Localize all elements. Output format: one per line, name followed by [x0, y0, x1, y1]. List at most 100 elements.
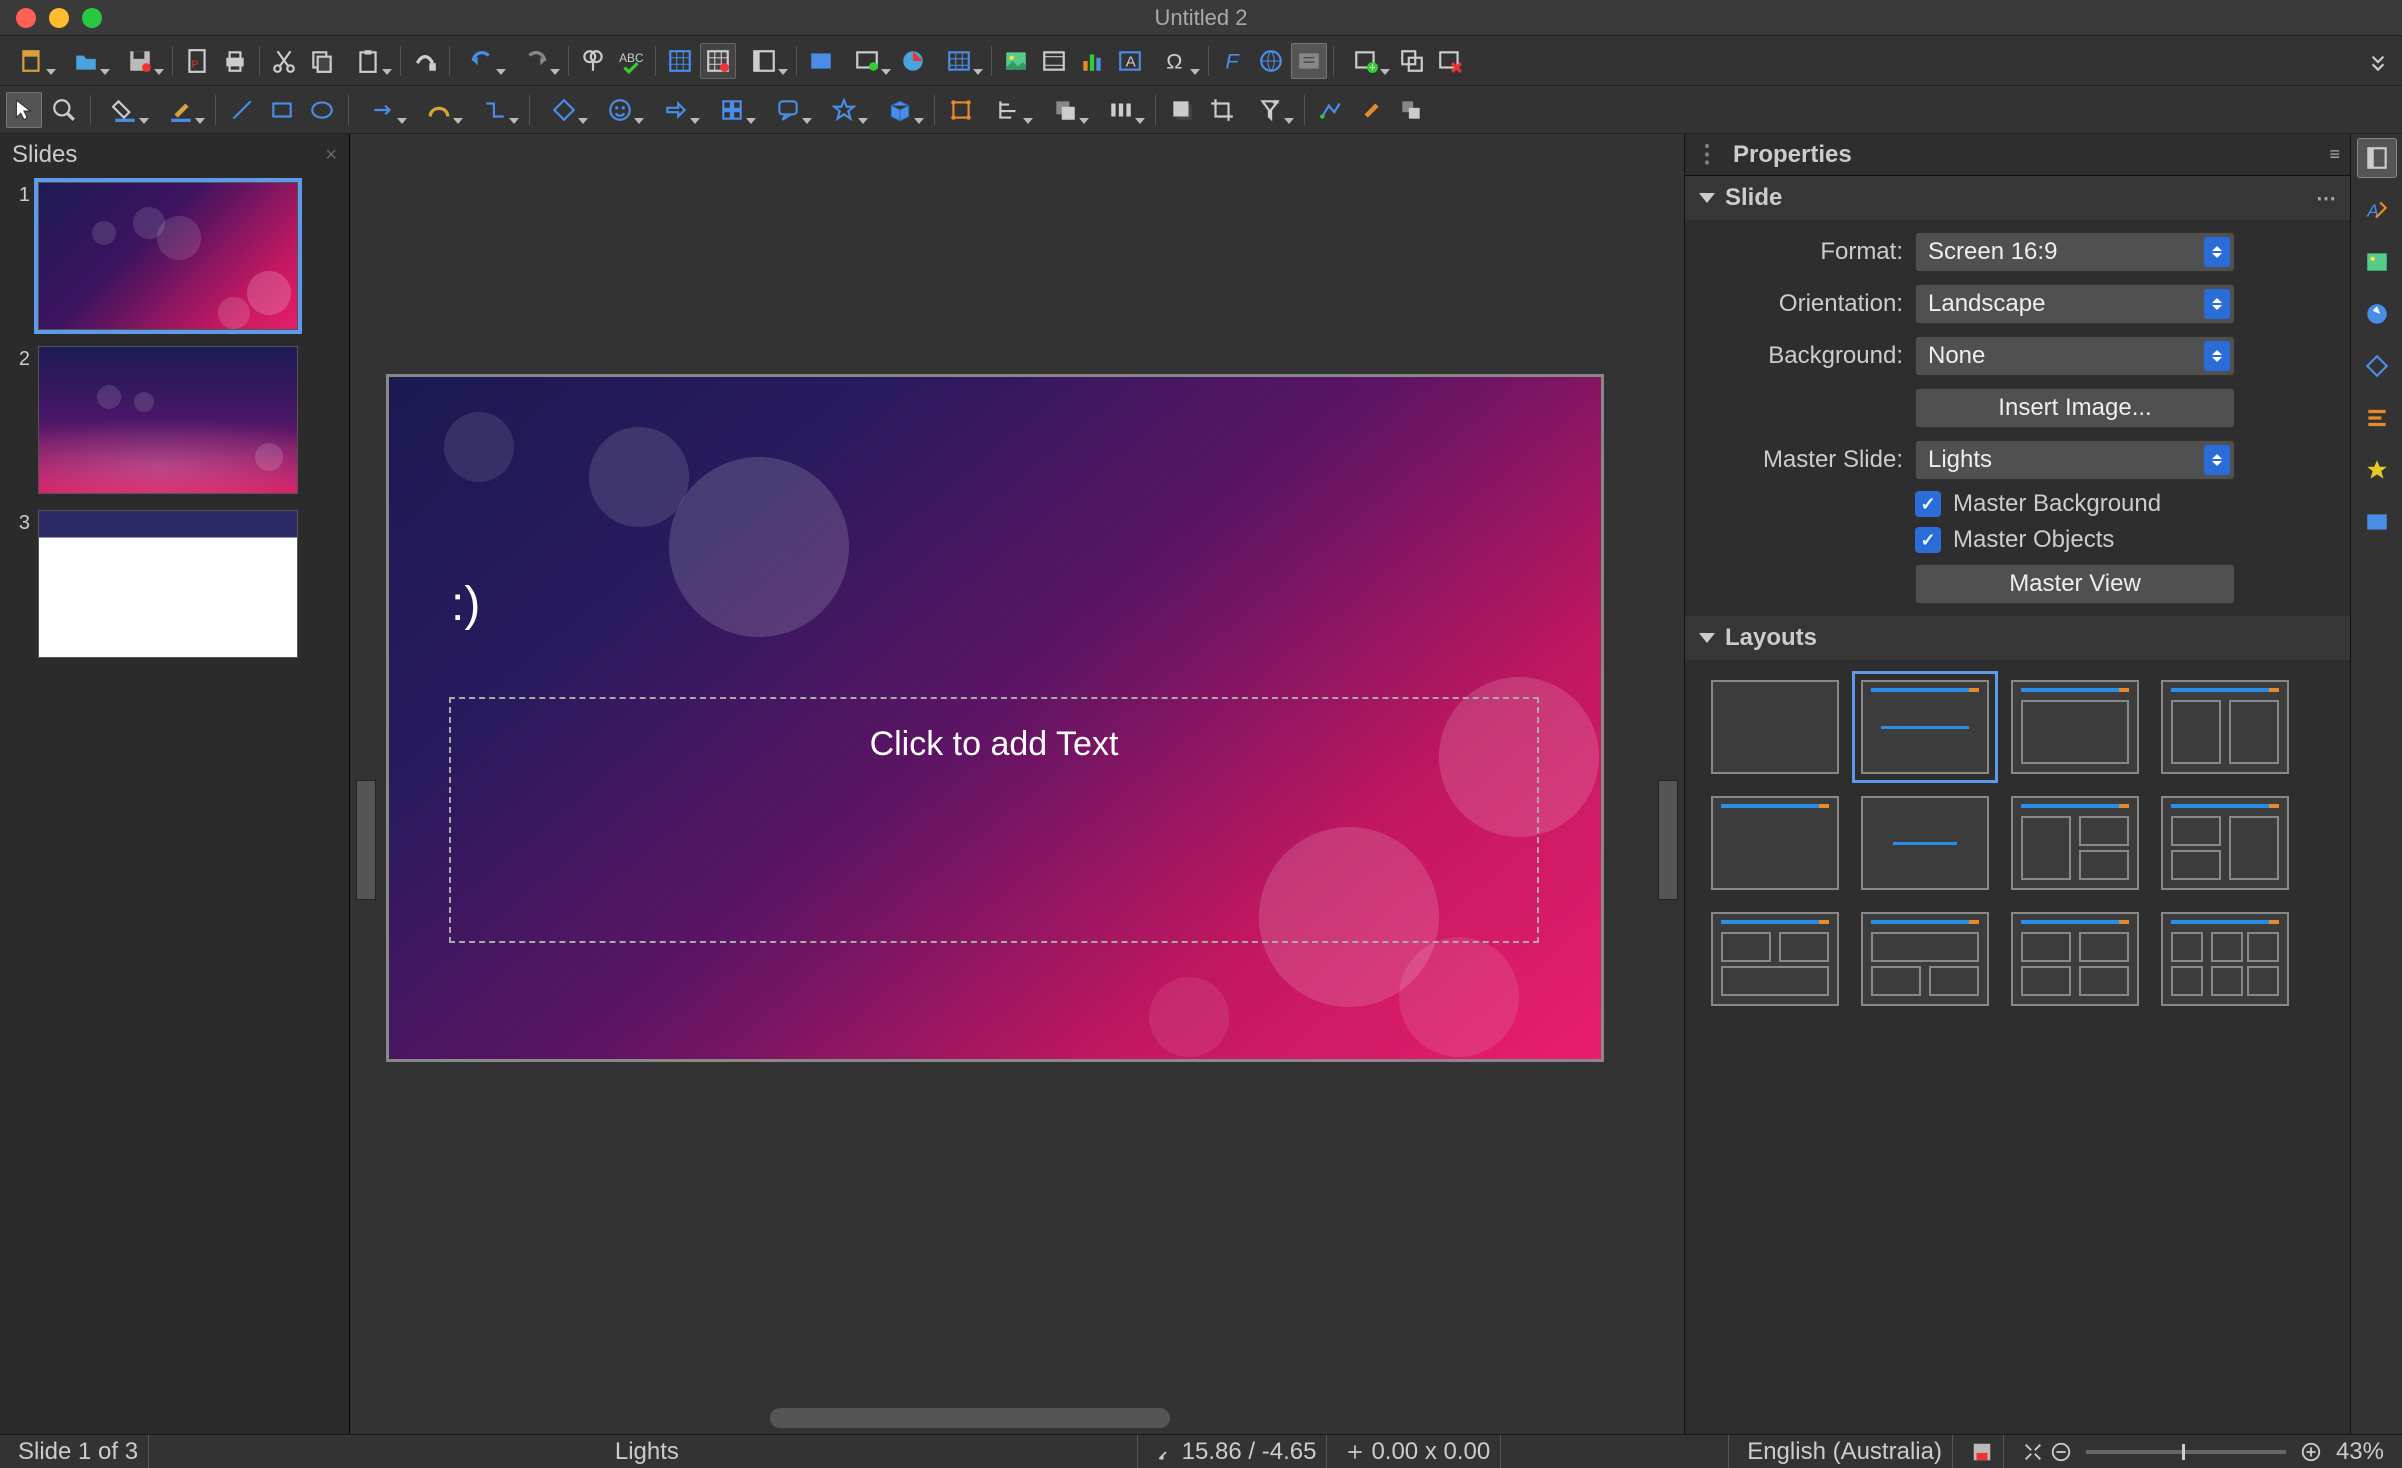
display-views-button[interactable] — [738, 43, 790, 79]
collapse-right-handle[interactable] — [1658, 780, 1678, 900]
zoom-in-icon[interactable] — [2300, 1441, 2322, 1463]
thumbnail[interactable] — [38, 182, 298, 330]
print-button[interactable] — [217, 43, 253, 79]
connector-tool[interactable] — [469, 92, 521, 128]
background-select[interactable]: None — [1915, 336, 2235, 376]
minimize-window-button[interactable] — [49, 8, 69, 28]
save-button[interactable] — [114, 43, 166, 79]
insert-textbox-button[interactable]: A — [1112, 43, 1148, 79]
status-slide-count[interactable]: Slide 1 of 3 — [8, 1435, 149, 1468]
insert-table-button[interactable] — [933, 43, 985, 79]
stars-button[interactable] — [818, 92, 870, 128]
master-view-button[interactable]: Master View — [1915, 564, 2235, 604]
layout-title-content-box[interactable] — [2011, 680, 2139, 774]
zoom-value[interactable]: 43% — [2336, 1438, 2384, 1466]
layout-row-split2[interactable] — [1861, 912, 1989, 1006]
undo-button[interactable] — [456, 43, 508, 79]
snap-grid-button[interactable] — [700, 43, 736, 79]
paste-button[interactable] — [342, 43, 394, 79]
distribute-button[interactable] — [1095, 92, 1147, 128]
align-button[interactable] — [983, 92, 1035, 128]
symbol-shapes-button[interactable] — [594, 92, 646, 128]
layout-title-only[interactable] — [1711, 796, 1839, 890]
new-slide-button[interactable]: + — [1340, 43, 1392, 79]
close-panel-icon[interactable]: × — [325, 144, 337, 167]
layout-blank[interactable] — [1711, 680, 1839, 774]
zoom-out-icon[interactable] — [2050, 1441, 2072, 1463]
drag-handle-icon[interactable]: ⋮ — [1695, 140, 1719, 169]
layout-two-content[interactable] — [2161, 680, 2289, 774]
shadow-button[interactable] — [1164, 92, 1200, 128]
filter-button[interactable]: ✦ — [1244, 92, 1296, 128]
copy-button[interactable] — [304, 43, 340, 79]
callout-button[interactable] — [762, 92, 814, 128]
delete-slide-button[interactable] — [1432, 43, 1468, 79]
layout-two-box-r[interactable] — [2161, 796, 2289, 890]
redo-button[interactable] — [510, 43, 562, 79]
format-select[interactable]: Screen 16:9 — [1915, 232, 2235, 272]
insert-image-button[interactable] — [998, 43, 1034, 79]
insert-chart2-button[interactable] — [1074, 43, 1110, 79]
layouts-section-header[interactable]: Layouts — [1685, 616, 2350, 660]
zoom-slider[interactable] — [2086, 1450, 2286, 1454]
master-slide-button[interactable] — [803, 43, 839, 79]
layout-six[interactable] — [2161, 912, 2289, 1006]
content-placeholder[interactable]: Click to add Text — [449, 697, 1539, 943]
slide-thumb-1[interactable]: 1 — [10, 182, 339, 330]
layout-two-box[interactable] — [2011, 796, 2139, 890]
cut-button[interactable] — [266, 43, 302, 79]
spellcheck-button[interactable]: ABC — [613, 43, 649, 79]
basic-shapes-button[interactable] — [538, 92, 590, 128]
rotate-button[interactable] — [943, 92, 979, 128]
curve-tool[interactable] — [413, 92, 465, 128]
extrusion-button[interactable] — [1393, 92, 1429, 128]
crop-button[interactable] — [1204, 92, 1240, 128]
maximize-window-button[interactable] — [82, 8, 102, 28]
insert-media-button[interactable] — [1036, 43, 1072, 79]
arrow-tool[interactable] — [357, 92, 409, 128]
layout-row-split[interactable] — [1711, 912, 1839, 1006]
navigator-tab[interactable] — [2357, 294, 2397, 334]
layout-four[interactable] — [2011, 912, 2139, 1006]
status-master-name[interactable]: Lights — [157, 1435, 1138, 1468]
master-background-row[interactable]: ✓ Master Background — [1685, 486, 2350, 522]
display-grid-button[interactable] — [662, 43, 698, 79]
zoom-tool[interactable] — [46, 92, 82, 128]
fit-page-icon[interactable] — [2022, 1441, 2044, 1463]
status-language[interactable]: English (Australia) — [1737, 1435, 1953, 1468]
collapse-left-handle[interactable] — [356, 780, 376, 900]
flowchart-button[interactable] — [706, 92, 758, 128]
animation-tab[interactable] — [2357, 450, 2397, 490]
master-slides-tab[interactable] — [2357, 502, 2397, 542]
special-char-button[interactable]: Ω — [1150, 43, 1202, 79]
master-objects-checkbox[interactable]: ✓ — [1915, 527, 1941, 553]
edit-points-button[interactable] — [1313, 92, 1349, 128]
canvas-viewport[interactable]: :) Click to add Text — [350, 134, 1684, 1434]
horizontal-scrollbar[interactable] — [770, 1408, 1170, 1428]
fontwork-button[interactable]: F — [1215, 43, 1251, 79]
block-arrows-button[interactable] — [650, 92, 702, 128]
panel-menu-icon[interactable]: ≡ — [2329, 144, 2340, 165]
thumbnail[interactable] — [38, 510, 298, 658]
open-button[interactable] — [60, 43, 112, 79]
status-save-indicator[interactable] — [1961, 1435, 2004, 1468]
slide-title-text[interactable]: :) — [451, 577, 480, 632]
orientation-select[interactable]: Landscape — [1915, 284, 2235, 324]
insert-image-button[interactable]: Insert Image... — [1915, 388, 2235, 428]
clone-formatting-button[interactable] — [407, 43, 443, 79]
hyperlink-button[interactable] — [1253, 43, 1289, 79]
slide-section-header[interactable]: Slide ⋯ — [1685, 176, 2350, 220]
slide-properties-button[interactable] — [1291, 43, 1327, 79]
select-tool[interactable] — [6, 92, 42, 128]
3d-button[interactable] — [874, 92, 926, 128]
layout-centered[interactable] — [1861, 796, 1989, 890]
start-presentation-button[interactable] — [841, 43, 893, 79]
master-objects-row[interactable]: ✓ Master Objects — [1685, 522, 2350, 558]
fill-color-button[interactable] — [99, 92, 151, 128]
thumbnail[interactable] — [38, 346, 298, 494]
slide-transition-tab[interactable] — [2357, 398, 2397, 438]
new-button[interactable] — [6, 43, 58, 79]
gallery-tab[interactable] — [2357, 242, 2397, 282]
gluepoints-button[interactable] — [1353, 92, 1389, 128]
shapes-tab[interactable] — [2357, 346, 2397, 386]
